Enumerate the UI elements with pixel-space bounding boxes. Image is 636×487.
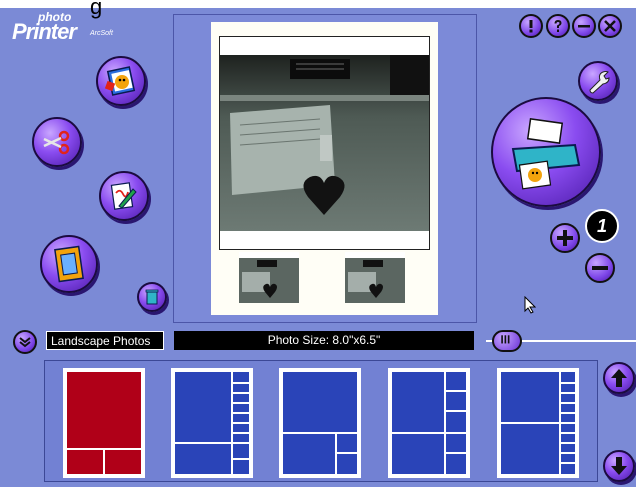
layout-4[interactable] (388, 368, 470, 478)
top-strip: g (0, 0, 636, 19)
logo-printer-text: Printer (12, 19, 77, 44)
thumbnail-image (345, 258, 405, 303)
help-button[interactable] (546, 14, 570, 38)
decrease-copies-button[interactable] (585, 253, 615, 283)
layout-3-thumbnail (283, 372, 357, 474)
thumbnail-image (239, 258, 299, 303)
category-dropdown-button[interactable] (13, 330, 37, 354)
help-icon (554, 20, 562, 32)
printer-icon (511, 118, 581, 190)
close-icon (604, 20, 616, 32)
cursor-icon (524, 295, 537, 314)
info-icon (529, 20, 533, 33)
crop-button[interactable] (32, 117, 82, 167)
photoprinter-window: g photo Printer ArcSoft 1 Landscape Phot… (0, 0, 636, 487)
category-label[interactable]: Landscape Photos (46, 331, 164, 350)
info-button[interactable] (519, 14, 543, 38)
layout-5-thumbnail (501, 372, 575, 474)
layout-2-thumbnail (175, 372, 249, 474)
copies-count: 1 (585, 209, 619, 243)
edit-button[interactable] (99, 171, 149, 221)
close-button[interactable] (598, 14, 622, 38)
thumbnail-1[interactable] (239, 252, 299, 303)
minimize-icon (578, 25, 590, 28)
arrow-down-icon (611, 457, 627, 475)
increase-copies-button[interactable] (550, 223, 580, 253)
chevron-down-icon (19, 337, 31, 348)
logo-arcsoft-text: ArcSoft (90, 30, 113, 37)
layout-5[interactable] (497, 368, 579, 478)
layout-4-thumbnail (392, 372, 466, 474)
settings-button[interactable] (578, 61, 618, 101)
get-photo-button[interactable] (96, 56, 146, 106)
delete-button[interactable] (137, 282, 167, 312)
scroll-down-button[interactable] (603, 450, 635, 482)
layout-1[interactable] (63, 368, 145, 478)
print-button[interactable] (491, 97, 601, 207)
photo-preview[interactable] (219, 36, 430, 250)
plus-icon (557, 230, 573, 246)
frame-icon (54, 245, 84, 283)
mouse-cursor (524, 295, 537, 314)
photo-image (220, 55, 429, 231)
edit-pen-icon (110, 182, 137, 210)
minus-icon (592, 266, 608, 270)
layout-3[interactable] (279, 368, 361, 478)
trash-icon (145, 289, 159, 305)
photo-size-label: Photo Size: 8.0"x6.5" (174, 331, 474, 350)
thumbnail-2[interactable] (345, 252, 405, 303)
scissors-icon (43, 130, 70, 155)
wrench-icon (589, 71, 610, 94)
slider-thumb[interactable] (492, 330, 522, 352)
app-logo: photo Printer ArcSoft (12, 10, 122, 44)
frame-button[interactable] (40, 235, 98, 293)
layout-2[interactable] (171, 368, 253, 478)
size-slider[interactable] (486, 330, 636, 352)
minimize-button[interactable] (572, 14, 596, 38)
scroll-up-button[interactable] (603, 362, 635, 394)
grip-icon (501, 335, 510, 344)
arrow-up-icon (611, 369, 627, 387)
layout-1-thumbnail (67, 372, 141, 474)
photo-icon (104, 66, 136, 96)
